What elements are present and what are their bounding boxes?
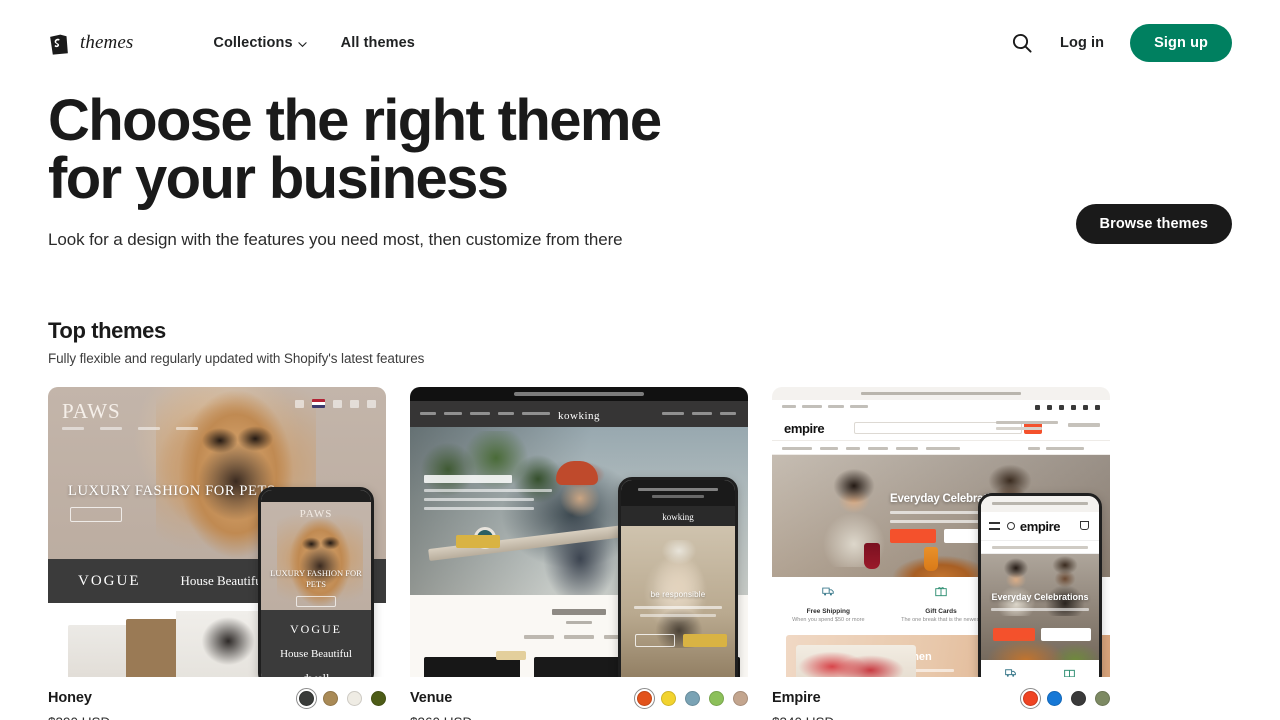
nav-item-collections[interactable]: Collections bbox=[213, 35, 307, 51]
paws-mobile-headline: LUXURY FASHION FOR PETS bbox=[270, 568, 362, 589]
feature-title: Free Shipping bbox=[806, 608, 850, 615]
theme-preview-empire[interactable]: empire Everyday Celebrations Free Shippi… bbox=[772, 387, 1110, 677]
empire-mobile-mock: empire Everyday Celebrations bbox=[978, 493, 1102, 677]
paws-nav bbox=[62, 427, 198, 430]
page-title: Choose the right theme for your business bbox=[48, 92, 768, 208]
empire-mobile-headline: Everyday Celebrations bbox=[991, 592, 1089, 602]
color-swatches bbox=[295, 687, 386, 709]
nav-item-collections-label: Collections bbox=[213, 35, 293, 51]
swatch-1[interactable] bbox=[295, 687, 318, 709]
theme-price: $390 USD bbox=[48, 715, 386, 720]
venue-announcement-bar bbox=[410, 387, 748, 401]
theme-meta-honey: Honey $390 USD ★★★★★ 4.8 (52) bbox=[48, 677, 386, 720]
swatch-3[interactable] bbox=[347, 690, 362, 706]
theme-meta-venue: Venue $360 USD ★★★★★ 4.7 (38) bbox=[410, 677, 748, 720]
site-header: themes Collections All themes Log in Sig… bbox=[0, 0, 1280, 86]
swatch-5[interactable] bbox=[733, 690, 748, 706]
venue-nav: kowking bbox=[410, 401, 748, 427]
theme-card-honey[interactable]: PAWS LUXURY FASHION FOR PETS VOGUE House… bbox=[48, 387, 386, 720]
paws-mobile-press-vogue: VOGUE bbox=[290, 622, 342, 636]
theme-card-venue[interactable]: kowking kowking be responsible Venue bbox=[410, 387, 748, 720]
hero-title-line1: Choose the right theme bbox=[48, 88, 662, 153]
swatch-4[interactable] bbox=[1095, 690, 1110, 706]
themes-page: themes Collections All themes Log in Sig… bbox=[0, 0, 1280, 720]
swatch-4[interactable] bbox=[371, 690, 386, 706]
header-actions: Log in Sign up bbox=[1010, 24, 1232, 62]
press-logo-vogue: VOGUE bbox=[78, 572, 141, 589]
color-swatches bbox=[1019, 687, 1110, 709]
theme-name: Empire bbox=[772, 690, 821, 706]
search-icon[interactable] bbox=[1010, 31, 1034, 55]
paws-mobile-press-dwell: dwell bbox=[261, 671, 371, 677]
swatch-3[interactable] bbox=[1071, 690, 1086, 706]
theme-price: $340 USD bbox=[772, 715, 1110, 720]
chevron-down-icon bbox=[297, 41, 307, 47]
top-themes-section: Top themes Fully flexible and regularly … bbox=[0, 318, 1280, 720]
empire-mobile-logo: empire bbox=[1019, 519, 1061, 534]
gift-icon bbox=[935, 587, 947, 597]
theme-card-empire[interactable]: empire Everyday Celebrations Free Shippi… bbox=[772, 387, 1110, 720]
theme-price: $360 USD bbox=[410, 715, 748, 720]
theme-preview-honey[interactable]: PAWS LUXURY FASHION FOR PETS VOGUE House… bbox=[48, 387, 386, 677]
color-swatches bbox=[633, 687, 748, 709]
brand-logo[interactable]: themes bbox=[48, 32, 133, 55]
section-title: Top themes bbox=[48, 318, 166, 343]
venue-mobile-headline: be responsible bbox=[650, 590, 706, 599]
section-subtitle: Fully flexible and regularly updated wit… bbox=[48, 351, 425, 366]
empire-store-logo: empire bbox=[784, 421, 825, 436]
shipping-icon bbox=[1005, 669, 1016, 677]
hero-subtitle: Look for a design with the features you … bbox=[48, 230, 623, 249]
swatch-2[interactable] bbox=[323, 690, 338, 706]
honey-mobile-mock: PAWS LUXURY FASHION FOR PETS VOGUE House… bbox=[258, 487, 374, 677]
feature-subtitle: When you spend $50 or more bbox=[792, 617, 865, 623]
swatch-1[interactable] bbox=[1019, 687, 1042, 709]
hero-title-line2: for your business bbox=[48, 146, 509, 211]
empire-header: empire bbox=[772, 414, 1110, 440]
paws-mobile-press-house: House Beautiful bbox=[280, 648, 352, 660]
theme-name: Honey bbox=[48, 690, 92, 706]
paws-header-icons bbox=[295, 399, 376, 408]
press-logo-house-beautiful: House Beautiful bbox=[180, 573, 266, 588]
empire-shop-now-button bbox=[890, 529, 936, 543]
theme-name: Venue bbox=[410, 690, 453, 706]
swatch-3[interactable] bbox=[685, 690, 700, 706]
nav-item-all-themes-label: All themes bbox=[340, 35, 415, 51]
brand-word: themes bbox=[80, 32, 134, 53]
shopify-bag-icon bbox=[50, 34, 68, 55]
empire-utility-bar bbox=[772, 400, 1110, 414]
paws-hero-cta bbox=[70, 507, 122, 522]
swatch-1[interactable] bbox=[633, 687, 656, 709]
venue-mobile-logo: kowking bbox=[662, 512, 694, 522]
swatch-2[interactable] bbox=[661, 690, 676, 706]
browse-themes-button[interactable]: Browse themes bbox=[1075, 204, 1232, 244]
signup-button[interactable]: Sign up bbox=[1130, 24, 1232, 62]
gift-icon bbox=[1064, 669, 1075, 677]
empire-announcement-bar bbox=[772, 387, 1110, 400]
login-link[interactable]: Log in bbox=[1060, 35, 1104, 51]
theme-meta-empire: Empire $340 USD ★★★★★ 4.6 (76) bbox=[772, 677, 1110, 720]
nav-item-all-themes[interactable]: All themes bbox=[341, 35, 415, 51]
theme-card-grid: PAWS LUXURY FASHION FOR PETS VOGUE House… bbox=[48, 387, 1232, 720]
theme-preview-venue[interactable]: kowking kowking be responsible bbox=[410, 387, 748, 677]
empire-feature-shipping: Free Shipping When you spend $50 or more bbox=[772, 577, 885, 629]
venue-store-logo: kowking bbox=[558, 410, 600, 422]
swatch-2[interactable] bbox=[1047, 690, 1062, 706]
shipping-icon bbox=[822, 587, 835, 596]
swatch-4[interactable] bbox=[709, 690, 724, 706]
hero-section: Choose the right theme for your business… bbox=[0, 86, 1280, 250]
main-nav: Collections All themes bbox=[213, 35, 415, 51]
paws-hero-headline: LUXURY FASHION FOR PETS bbox=[68, 483, 276, 499]
paws-store-logo: PAWS bbox=[62, 399, 121, 423]
venue-mobile-mock: kowking be responsible bbox=[618, 477, 738, 677]
empire-nav bbox=[772, 440, 1110, 455]
